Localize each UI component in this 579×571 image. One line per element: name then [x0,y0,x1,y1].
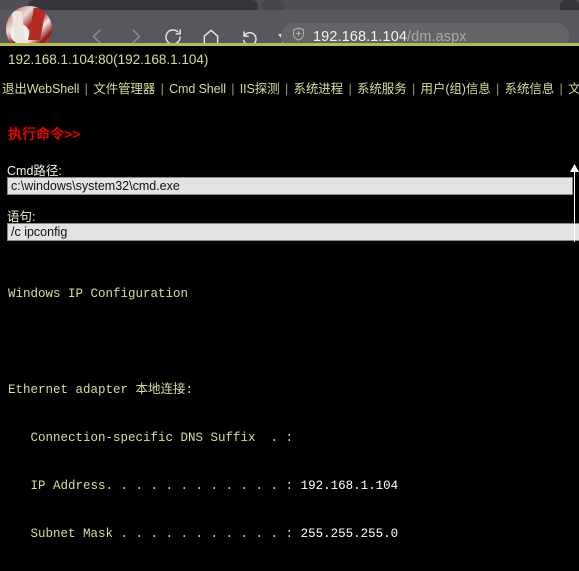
menu-separator: | [157,82,168,96]
output-blank [8,258,573,282]
cmd-path-input[interactable] [7,177,573,195]
output-blank [8,498,573,522]
output-row-label: Subnet Mask . . . . . . . . . . . : [8,527,301,541]
menu-separator: | [281,82,292,96]
menu-separator: | [556,82,567,96]
menu-separator: | [81,82,92,96]
tab-strip [0,0,579,10]
output-blank [8,306,573,330]
output-blank [8,546,573,570]
output-blank [8,450,573,474]
menu-item-2[interactable]: 文件管理器 [93,82,155,96]
menu-item-5[interactable]: 系统进程 [293,82,343,96]
webshell-menu: 退出WebShell | 文件管理器 | Cmd Shell | IIS探测 |… [2,78,579,97]
site-title: 192.168.1.104:80(192.168.1.104) [8,52,209,67]
menu-separator: | [492,82,503,96]
browser-window: 192.168.1.104/dm.aspx 192.168.1.104:80(1… [0,0,579,571]
browser-tab[interactable] [28,0,258,10]
menu-item-1[interactable]: 退出WebShell [2,82,79,96]
menu-item-6[interactable]: 系统服务 [357,82,407,96]
output-row-label: Connection-specific DNS Suffix . : [8,431,301,445]
output-title: Windows IP Configuration [8,287,189,301]
output-adapter: Ethernet adapter 本地连接: [8,383,194,397]
menu-separator: | [408,82,419,96]
browser-toolbar: 192.168.1.104/dm.aspx [0,6,579,52]
output-blank [8,330,573,354]
statement-label: 语句: [7,210,36,224]
output-row-value: 192.168.1.104 [300,479,399,493]
output-blank [8,402,573,426]
browser-tab-secondary[interactable] [262,0,284,10]
output-row: Connection-specific DNS Suffix . : [8,426,573,450]
output-blank [8,354,573,378]
webshell-page: 192.168.1.104:80(192.168.1.104) 退出WebShe… [0,46,579,571]
menu-separator: | [345,82,355,96]
output-row-label: IP Address. . . . . . . . . . . . : [8,479,301,493]
menu-item-8[interactable]: 系统信息 [505,82,555,96]
menu-item-7[interactable]: 用户(组)信息 [421,82,491,96]
section-title: 执行命令>> [8,126,81,142]
output-row: Subnet Mask . . . . . . . . . . . : 255.… [8,522,573,546]
new-tab-button[interactable] [560,0,579,10]
output-row: IP Address. . . . . . . . . . . . : 192.… [8,474,573,498]
menu-item-9[interactable]: 文件搜索 [568,82,579,96]
statement-input[interactable] [7,223,579,241]
menu-separator: | [227,82,238,96]
command-output: Windows IP Configuration Ethernet adapte… [8,258,573,571]
menu-item-4[interactable]: IIS探测 [240,82,280,96]
scroll-indicator [570,162,579,242]
output-row-value: 255.255.255.0 [300,527,399,541]
menu-item-3[interactable]: Cmd Shell [169,82,226,96]
